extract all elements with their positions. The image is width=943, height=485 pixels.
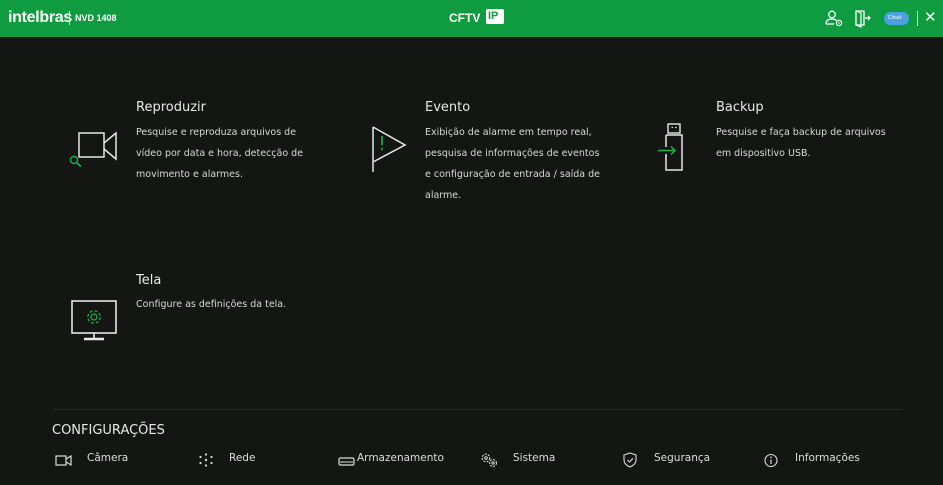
config-section-title: CONFIGURAÇÕES bbox=[52, 423, 165, 438]
desc-line: pesquisa de informações de eventos bbox=[425, 148, 600, 159]
close-icon[interactable]: ✕ bbox=[924, 8, 937, 26]
network-icon bbox=[199, 453, 213, 467]
alarm-flag-icon bbox=[372, 126, 407, 172]
top-bar: intelbras NVD 1408 CFTV IP Cloud ✕ bbox=[0, 0, 943, 37]
desc-line: vídeo por data e hora, detecção de bbox=[136, 148, 304, 159]
desc-line: Pesquise e reproduza arquivos de bbox=[136, 127, 297, 138]
shield-icon bbox=[623, 452, 637, 468]
config-item-label: Informações bbox=[795, 452, 860, 464]
intelbras-cloud-button[interactable]: Cloud bbox=[884, 12, 909, 25]
card-desc-tela: Configure as definições da tela. bbox=[136, 294, 286, 315]
device-model: NVD 1408 bbox=[75, 13, 117, 23]
card-title-reproduzir: Reproduzir bbox=[136, 100, 206, 115]
section-divider bbox=[53, 409, 903, 410]
cftv-label: CFTV bbox=[449, 11, 481, 25]
system-gears-icon bbox=[481, 453, 497, 467]
ip-badge: IP bbox=[486, 9, 504, 24]
logout-icon[interactable] bbox=[852, 8, 872, 28]
brand-logo: intelbras bbox=[8, 9, 72, 26]
desc-line: e configuração de entrada / saída de bbox=[425, 169, 601, 180]
desc-line: Exibição de alarme em tempo real, bbox=[425, 127, 592, 138]
card-desc-backup: Pesquise e faça backup de arquivos em di… bbox=[716, 122, 886, 164]
video-playback-icon bbox=[69, 131, 117, 168]
usb-backup-icon bbox=[658, 123, 683, 171]
config-item-label: Câmera bbox=[87, 452, 129, 464]
brand-divider bbox=[69, 11, 70, 25]
storage-icon bbox=[338, 457, 355, 466]
desc-line: em dispositivo USB. bbox=[716, 148, 811, 159]
desc-line: alarme. bbox=[425, 190, 462, 201]
card-title-tela: Tela bbox=[136, 273, 162, 288]
config-item-label: Sistema bbox=[513, 452, 556, 464]
user-settings-icon[interactable] bbox=[824, 8, 844, 28]
config-item-label: Segurança bbox=[654, 452, 711, 464]
topbar-divider bbox=[917, 11, 918, 26]
ip-badge-text: IP bbox=[488, 10, 499, 22]
desc-line: Pesquise e faça backup de arquivos bbox=[716, 127, 886, 138]
info-icon bbox=[764, 453, 778, 468]
card-title-evento: Evento bbox=[425, 100, 471, 115]
cloud-label: Cloud bbox=[888, 15, 902, 21]
desc-line: movimento e alarmes. bbox=[136, 169, 243, 180]
config-item-label: Armazenamento bbox=[357, 452, 444, 464]
desc-line: Configure as definições da tela. bbox=[136, 299, 287, 310]
config-item-label: Rede bbox=[229, 452, 256, 464]
camera-icon bbox=[55, 454, 72, 467]
monitor-settings-icon bbox=[71, 300, 117, 341]
card-title-backup: Backup bbox=[716, 100, 764, 115]
card-desc-reproduzir: Pesquise e reproduza arquivos de vídeo p… bbox=[136, 122, 303, 185]
card-desc-evento: Exibição de alarme em tempo real, pesqui… bbox=[425, 122, 600, 206]
